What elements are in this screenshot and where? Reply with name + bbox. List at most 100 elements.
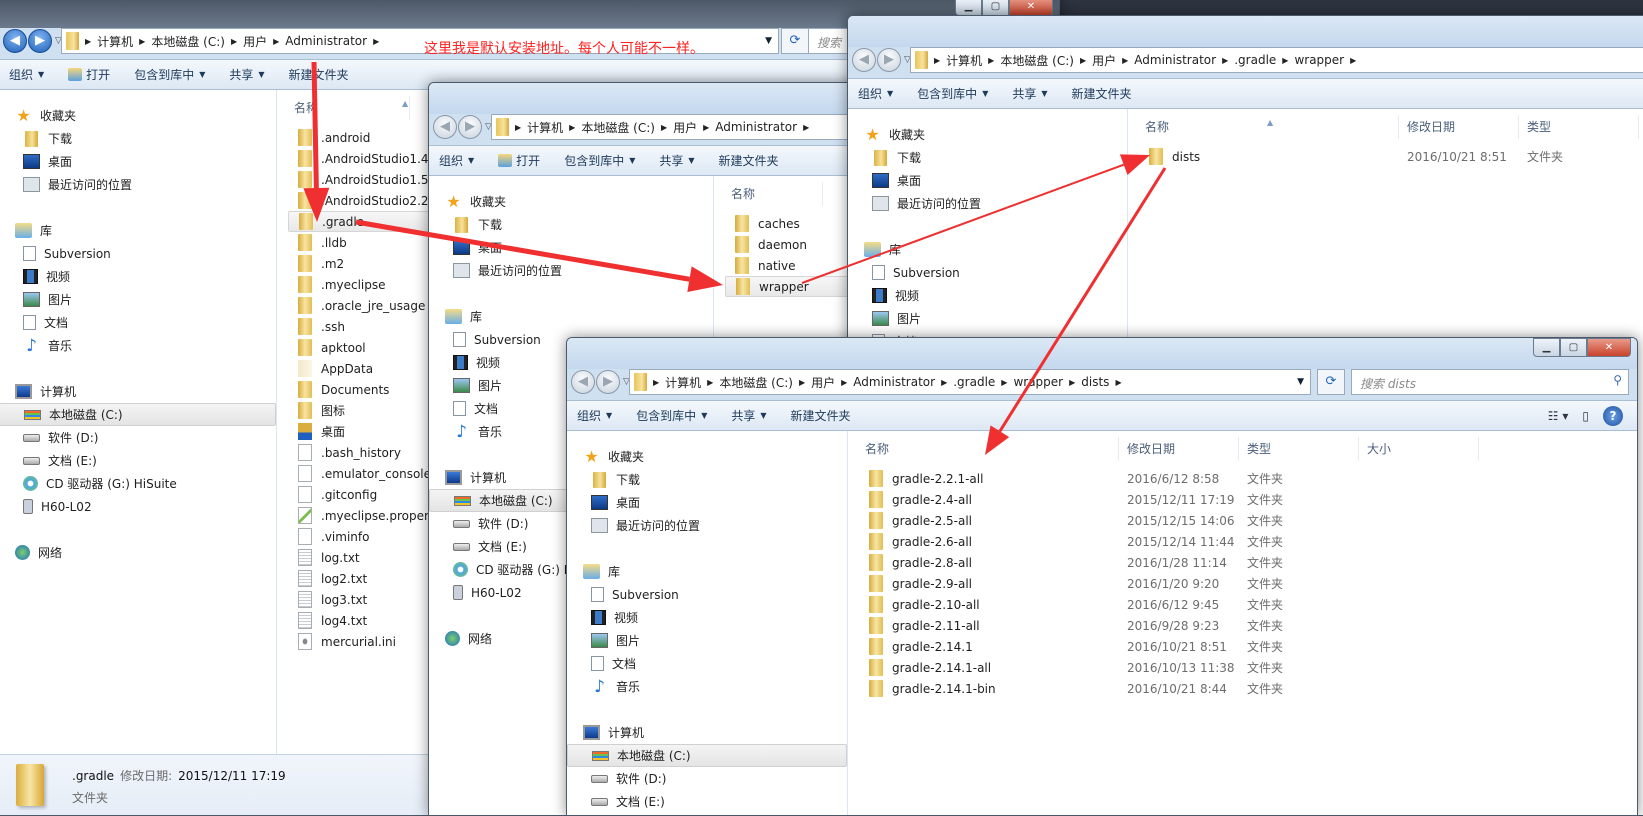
nav-item[interactable]: 本地磁盘 (C:) [0, 403, 276, 426]
close-button[interactable]: ✕ [1587, 338, 1631, 357]
file-row[interactable]: gradle-2.2.1-all 2016/6/12 8:58 文件夹 [859, 468, 1637, 489]
back-button[interactable]: ◀ [852, 48, 876, 72]
address-dropdown-icon[interactable]: ▼ [765, 36, 772, 46]
nav-group-3[interactable]: 网络 [0, 541, 276, 564]
nav-item[interactable]: Subversion [848, 261, 1127, 284]
breadcrumb-separator-icon[interactable]: ▶ [569, 123, 575, 132]
nav-group-1[interactable]: 库 [567, 560, 847, 583]
address-dropdown-icon[interactable]: ▼ [1297, 377, 1304, 387]
breadcrumb-item[interactable]: .gradle [953, 375, 995, 389]
nav-item[interactable]: 下载 [429, 213, 713, 236]
forward-button[interactable]: ▶ [596, 370, 620, 394]
nav-group-1[interactable]: 库 [429, 305, 713, 328]
breadcrumb-item[interactable]: Administrator [285, 34, 367, 48]
breadcrumb-item[interactable]: 计算机 [665, 374, 701, 391]
file-row[interactable]: wrapper [725, 276, 867, 297]
forward-button[interactable]: ▶ [877, 48, 901, 72]
toolbar-button-2[interactable]: 共享 ▼ [731, 407, 766, 424]
breadcrumb-item[interactable]: 本地磁盘 (C:) [1000, 52, 1074, 69]
view-options-icon[interactable]: ☷ ▾ [1548, 409, 1569, 423]
nav-item[interactable]: 文档 [567, 652, 847, 675]
file-row[interactable]: gradle-2.6-all 2015/12/14 11:44 文件夹 [859, 531, 1637, 552]
breadcrumb-separator-icon[interactable]: ▶ [988, 56, 994, 65]
breadcrumb-separator-icon[interactable]: ▶ [1115, 378, 1121, 387]
toolbar-button-1[interactable]: 打开 [68, 66, 110, 83]
forward-button[interactable]: ▶ [28, 29, 52, 53]
maximize-button[interactable]: ▢ [982, 0, 1009, 16]
nav-item[interactable]: 下载 [0, 127, 276, 150]
file-row[interactable]: gradle-2.14.1-bin 2016/10/21 8:44 文件夹 [859, 678, 1637, 699]
column-header[interactable]: 名称 ▲ [286, 96, 410, 120]
nav-group-1[interactable]: 库 [0, 219, 276, 242]
toolbar-button-1[interactable]: 包含到库中 ▼ [917, 85, 988, 102]
breadcrumb-separator-icon[interactable]: ▶ [941, 378, 947, 387]
breadcrumb-item[interactable]: 计算机 [97, 33, 133, 50]
nav-item[interactable]: 软件 (D:) [0, 426, 276, 449]
toolbar-button-3[interactable]: 共享 ▼ [659, 152, 694, 169]
back-button[interactable]: ◀ [433, 115, 457, 139]
column-header[interactable]: 修改日期 [1399, 115, 1519, 139]
toolbar-button-0[interactable]: 组织 ▼ [577, 407, 612, 424]
breadcrumb-item[interactable]: wrapper [1294, 53, 1344, 67]
nav-item[interactable]: Subversion [567, 583, 847, 606]
breadcrumb-item[interactable]: wrapper [1013, 375, 1063, 389]
minimize-button[interactable]: ▁ [1533, 338, 1560, 357]
breadcrumb-item[interactable]: 计算机 [527, 119, 563, 136]
nav-item[interactable]: CD 驱动器 (G:) HiSuite [0, 472, 276, 495]
breadcrumb-separator-icon[interactable]: ▶ [799, 378, 805, 387]
breadcrumb-item[interactable]: Administrator [853, 375, 935, 389]
nav-item[interactable]: 桌面 [567, 491, 847, 514]
breadcrumb-item[interactable]: 用户 [243, 33, 267, 50]
breadcrumb-item[interactable]: Administrator [715, 120, 797, 134]
nav-item[interactable]: 本地磁盘 (C:) [567, 744, 847, 767]
breadcrumb-item[interactable]: 用户 [1092, 52, 1116, 69]
search-input[interactable]: 搜索 dists ⚲ [1351, 369, 1629, 395]
nav-item[interactable]: 最近访问的位置 [0, 173, 276, 196]
nav-group-2[interactable]: 计算机 [567, 721, 847, 744]
title-bar[interactable] [848, 16, 1643, 47]
breadcrumb-separator-icon[interactable]: ▶ [85, 37, 91, 46]
column-header[interactable]: 名称 ▲ [1137, 115, 1399, 139]
nav-item[interactable]: 文档 (E:) [0, 449, 276, 472]
breadcrumb-separator-icon[interactable]: ▶ [803, 123, 809, 132]
close-button[interactable]: ✕ [1009, 0, 1053, 16]
nav-group-0[interactable]: ★ 收藏夹 [0, 104, 276, 127]
file-row[interactable]: gradle-2.8-all 2016/1/28 11:14 文件夹 [859, 552, 1637, 573]
nav-group-1[interactable]: 库 [848, 238, 1127, 261]
breadcrumb-separator-icon[interactable]: ▶ [1282, 56, 1288, 65]
file-row[interactable]: gradle-2.14.1 2016/10/21 8:51 文件夹 [859, 636, 1637, 657]
breadcrumb-separator-icon[interactable]: ▶ [934, 56, 940, 65]
breadcrumb-item[interactable]: 本地磁盘 (C:) [151, 33, 225, 50]
toolbar-button-1[interactable]: 打开 [498, 152, 540, 169]
file-row[interactable]: gradle-2.5-all 2015/12/15 14:06 文件夹 [859, 510, 1637, 531]
back-button[interactable]: ◀ [571, 370, 595, 394]
breadcrumb-item[interactable]: 本地磁盘 (C:) [581, 119, 655, 136]
column-header[interactable]: 类型 [1519, 115, 1639, 139]
nav-group-0[interactable]: ★ 收藏夹 [429, 190, 713, 213]
breadcrumb-separator-icon[interactable]: ▶ [231, 37, 237, 46]
nav-item[interactable]: 文档 [0, 311, 276, 334]
breadcrumb-separator-icon[interactable]: ▶ [515, 123, 521, 132]
breadcrumb-separator-icon[interactable]: ▶ [703, 123, 709, 132]
breadcrumb-separator-icon[interactable]: ▶ [1080, 56, 1086, 65]
nav-item[interactable]: 图片 [567, 629, 847, 652]
nav-item[interactable]: 最近访问的位置 [429, 259, 713, 282]
nav-item[interactable]: 视频 [848, 284, 1127, 307]
minimize-button[interactable]: ▁ [955, 0, 982, 16]
toolbar-button-2[interactable]: 共享 ▼ [1012, 85, 1047, 102]
file-row[interactable]: dists 2016/10/21 8:51 文件夹 [1139, 146, 1643, 167]
file-row[interactable]: gradle-2.9-all 2016/1/20 9:20 文件夹 [859, 573, 1637, 594]
breadcrumb-separator-icon[interactable]: ▶ [653, 378, 659, 387]
nav-item[interactable]: 下载 [567, 468, 847, 491]
breadcrumb-item[interactable]: .gradle [1234, 53, 1276, 67]
nav-item[interactable]: Subversion [0, 242, 276, 265]
help-icon[interactable]: ? [1603, 406, 1623, 426]
file-row[interactable]: daemon [725, 234, 867, 255]
nav-item[interactable]: 下载 [848, 146, 1127, 169]
file-row[interactable]: gradle-2.4-all 2015/12/11 17:19 文件夹 [859, 489, 1637, 510]
breadcrumb-item[interactable]: 计算机 [946, 52, 982, 69]
breadcrumb-item[interactable]: 本地磁盘 (C:) [719, 374, 793, 391]
nav-group-2[interactable]: 计算机 [0, 380, 276, 403]
nav-item[interactable]: ♪ 音乐 [0, 334, 276, 357]
nav-item[interactable]: 图片 [848, 307, 1127, 330]
